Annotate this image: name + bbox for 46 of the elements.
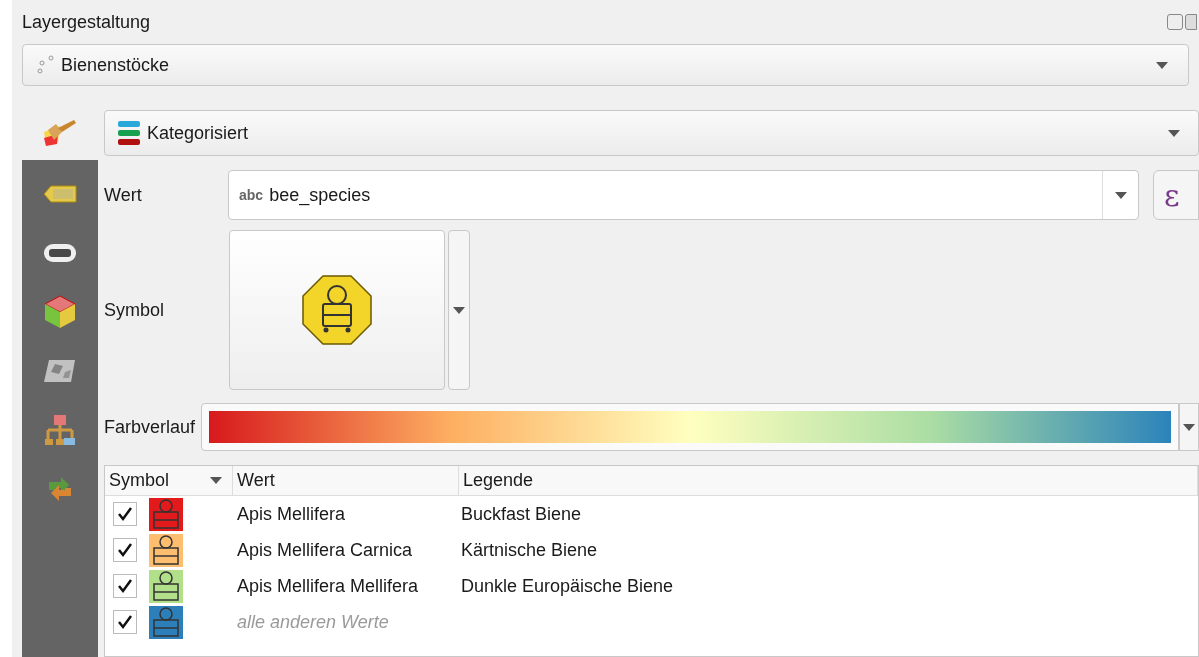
renderer-dropdown[interactable]: Kategorisiert — [104, 110, 1199, 156]
caret-icon — [1114, 191, 1127, 199]
table-cell-text: Dunkle Europäische Biene — [460, 574, 675, 598]
terrain-icon — [43, 358, 77, 384]
field-dropdown[interactable]: abc bee_species — [228, 170, 1139, 220]
checkbox[interactable] — [113, 538, 137, 562]
point-layer-icon — [37, 55, 55, 75]
check-icon — [117, 542, 133, 558]
column-header[interactable]: Legende — [459, 466, 1198, 495]
check-icon — [117, 578, 133, 594]
check-icon — [117, 506, 133, 522]
layer-dropdown[interactable]: Bienenstöcke — [22, 44, 1189, 86]
close-button[interactable] — [1185, 14, 1197, 30]
caret-icon — [453, 306, 465, 314]
symbol-button[interactable] — [229, 230, 445, 390]
caret-icon — [1156, 61, 1168, 69]
beehive-icon — [302, 275, 372, 345]
field-label: Symbol — [104, 298, 166, 322]
field-type-label: abc — [239, 185, 264, 205]
checkbox[interactable] — [113, 574, 137, 598]
check-icon — [117, 614, 133, 630]
caret-icon — [210, 477, 222, 484]
color-ramp-button[interactable] — [201, 403, 1179, 451]
diagram-icon — [44, 414, 76, 446]
table-cell-text: Kärtnische Biene — [460, 538, 599, 562]
caret-icon — [1183, 423, 1195, 431]
column-header[interactable]: Wert — [233, 466, 459, 495]
label-tag-icon — [43, 185, 77, 203]
undock-button[interactable] — [1167, 14, 1183, 30]
panel-title: Layergestaltung — [22, 10, 151, 34]
checkbox[interactable] — [113, 502, 137, 526]
speech-label-icon — [43, 243, 77, 263]
table-cell-text: Apis Mellifera — [236, 502, 347, 526]
categorized-icon — [117, 120, 141, 146]
field-label: Farbverlauf — [104, 415, 197, 439]
expression-button[interactable]: ε — [1153, 170, 1199, 220]
table-cell-text: Buckfast Biene — [460, 502, 583, 526]
caret-icon — [1168, 129, 1180, 137]
ramp-menu-button[interactable] — [1179, 403, 1199, 451]
table-cell-text: Apis Mellifera Carnica — [236, 538, 414, 562]
column-header[interactable]: Symbol — [105, 466, 233, 495]
cube-icon — [44, 295, 76, 329]
table-cell-text: Apis Mellifera Mellifera — [236, 574, 420, 598]
table-cell-text: alle anderen Werte — [236, 610, 390, 634]
checkbox[interactable] — [113, 610, 137, 634]
field-label: Wert — [104, 183, 143, 207]
